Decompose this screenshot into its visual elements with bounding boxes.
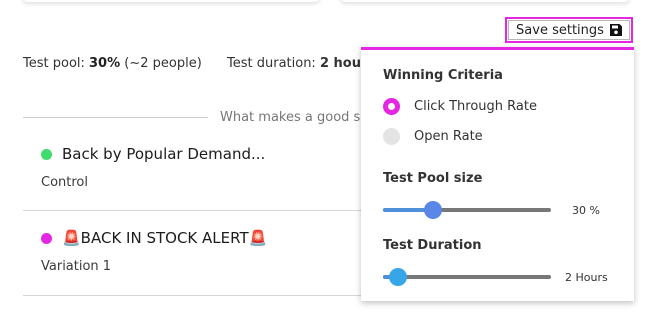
divider-help-text: What makes a good su — [220, 110, 369, 125]
test-duration-title: Test Duration — [383, 238, 482, 253]
top-card-left — [22, 0, 320, 2]
variation-subtitle: Variation 1 — [41, 259, 112, 274]
radio-label: Click Through Rate — [414, 99, 537, 114]
radio-button[interactable] — [383, 98, 400, 115]
status-dot — [41, 232, 52, 244]
top-card-right — [340, 0, 630, 2]
test-pool-prefix: Test pool: — [23, 56, 90, 71]
variation-title: 🚨BACK IN STOCK ALERT🚨 — [62, 229, 268, 247]
test-duration-value-label: 2 Hours — [565, 271, 608, 284]
variation-control[interactable]: Back by Popular Demand... Control — [23, 145, 363, 190]
variation-subtitle: Control — [41, 175, 88, 190]
test-duration-slider[interactable] — [383, 268, 551, 286]
radio-open-rate[interactable]: Open Rate — [383, 128, 483, 145]
slider-thumb[interactable] — [424, 201, 443, 219]
winning-criteria-title: Winning Criteria — [383, 68, 503, 83]
radio-button[interactable] — [383, 128, 400, 145]
row-separator — [23, 295, 363, 296]
section-divider — [23, 117, 208, 118]
test-pool-value: 30% — [89, 56, 121, 71]
radio-label: Open Rate — [414, 129, 483, 144]
test-pool-slider[interactable] — [383, 201, 551, 219]
test-pool-suffix: (~2 people) — [120, 56, 202, 71]
test-pool-stat: Test pool: 30% (~2 people) — [23, 56, 202, 71]
status-dot — [41, 148, 52, 160]
test-duration-stat: Test duration: 2 hours — [227, 56, 375, 71]
test-duration-prefix: Test duration: — [227, 56, 320, 71]
slider-thumb[interactable] — [389, 268, 408, 286]
row-separator — [23, 210, 363, 211]
variation-title: Back by Popular Demand... — [62, 145, 266, 163]
floppy-disk-icon — [609, 24, 622, 36]
radio-click-through-rate[interactable]: Click Through Rate — [383, 98, 537, 115]
variation-1[interactable]: 🚨BACK IN STOCK ALERT🚨 Variation 1 — [23, 229, 363, 274]
save-settings-button[interactable]: Save settings — [505, 17, 633, 43]
test-pool-value-label: 30 % — [572, 204, 600, 217]
test-pool-size-title: Test Pool size — [383, 171, 483, 186]
settings-popover: Winning Criteria Click Through Rate Open… — [361, 47, 634, 301]
save-settings-label: Save settings — [516, 22, 604, 38]
